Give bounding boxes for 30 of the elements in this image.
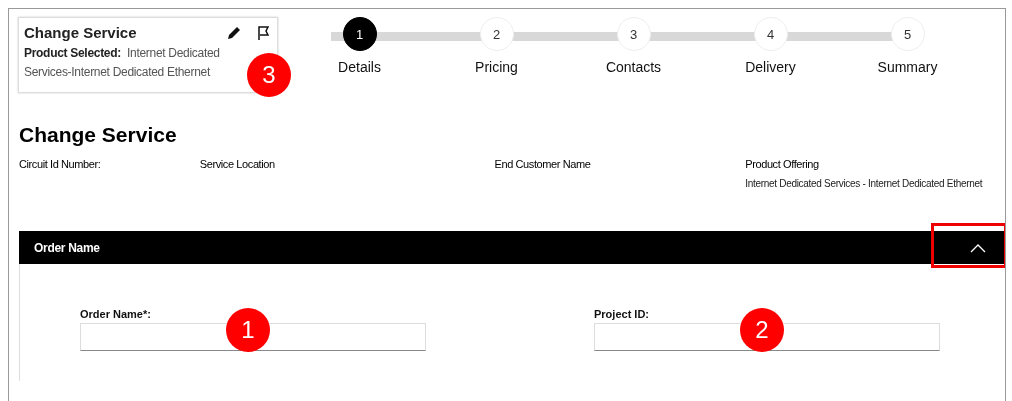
page-title: Change Service: [19, 123, 178, 147]
step-label[interactable]: Summary: [877, 59, 938, 75]
step-label[interactable]: Delivery: [745, 59, 796, 75]
annotation-marker: 1: [226, 308, 270, 352]
input-field[interactable]: [80, 323, 426, 351]
card-title: Change Service: [24, 24, 138, 41]
annotation-marker: 3: [247, 53, 291, 97]
input-field[interactable]: [594, 323, 940, 351]
annotation-marker: 2: [740, 308, 784, 352]
field-label: Project ID:: [594, 308, 650, 320]
info-value: Internet Dedicated Services - Internet Dedicated Ethernet: [745, 178, 984, 189]
chevron-up-icon[interactable]: [970, 242, 986, 253]
info-label: End Customer Name: [494, 158, 592, 170]
step-circle[interactable]: 2: [479, 17, 514, 51]
step-circle[interactable]: 1: [342, 17, 377, 51]
section-header[interactable]: Order Name: [19, 231, 1005, 264]
step-circle[interactable]: 4: [753, 17, 788, 51]
step-label[interactable]: Contacts: [605, 59, 662, 75]
pencil-icon[interactable]: [226, 24, 242, 41]
product-selected-text: Product Selected: Internet Dedicated Services-Internet Dedicated Ethernet: [24, 45, 221, 81]
info-label: Circuit Id Number:: [19, 158, 102, 170]
info-label: Product Offering: [745, 158, 820, 170]
section-title: Order Name: [34, 240, 100, 255]
step-circle[interactable]: 5: [890, 17, 925, 51]
step-circle[interactable]: 3: [616, 17, 651, 51]
step-label[interactable]: Pricing: [475, 59, 518, 75]
step-label[interactable]: Details: [338, 59, 381, 75]
field-label: Order Name*:: [80, 308, 152, 320]
flag-icon[interactable]: [256, 24, 272, 41]
info-label: Service Location: [199, 158, 276, 170]
